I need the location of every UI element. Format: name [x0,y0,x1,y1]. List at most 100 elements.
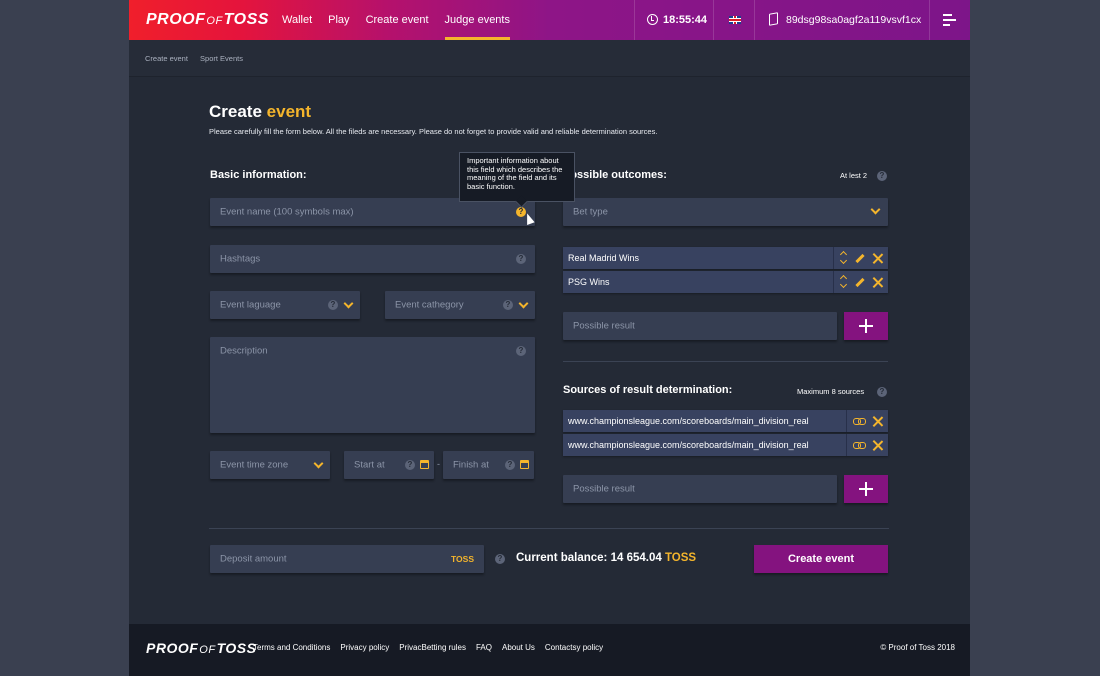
source-result-placeholder: Possible result [573,483,635,495]
bet-type-select[interactable]: Bet type [563,198,888,226]
breadcrumb-sport-events[interactable]: Sport Events [200,54,243,63]
breadcrumb-create-event[interactable]: Create event [145,54,188,63]
reorder-icon[interactable] [840,250,848,266]
chevron-down-icon[interactable] [518,298,529,309]
footer-link-betting-rules[interactable]: PrivacBetting rules [399,643,466,652]
nav-create-event[interactable]: Create event [366,0,429,40]
logo-text-toss: TOSS [216,640,257,656]
source-item: www.championsleague.com/scoreboards/main… [563,410,888,432]
event-name-field[interactable]: Event name (100 symbols max) ? [210,198,535,226]
help-icon[interactable]: ? [328,300,338,310]
close-icon[interactable] [872,253,883,264]
event-language-placeholder: Event laguage [220,299,281,311]
footer-link-faq[interactable]: FAQ [476,643,492,652]
outcome-label: PSG Wins [568,277,610,287]
sources-note: Maximum 8 sources [797,387,865,396]
finish-at-field[interactable]: Finish at ? [443,451,534,479]
event-category-placeholder: Event cathegory [395,299,464,311]
event-category-select[interactable]: Event cathegory ? [385,291,535,319]
footer: PROOFOFTOSS Terms and Conditions Privacy… [129,624,970,676]
source-tools [846,434,888,456]
link-icon[interactable] [853,442,866,449]
deposit-currency: TOSS [451,554,474,564]
calendar-icon[interactable] [420,460,429,469]
nav-play[interactable]: Play [328,0,349,40]
help-icon[interactable]: ? [877,171,887,181]
date-range-dash: - [437,459,440,469]
help-icon[interactable]: ? [503,300,513,310]
footer-link-about[interactable]: About Us [502,643,535,652]
source-url: www.championsleague.com/scoreboards/main… [568,416,809,426]
wallet-icon [769,12,778,26]
possible-result-placeholder: Possible result [573,320,635,332]
sources-title: Sources of result determination: [563,384,733,396]
event-language-select[interactable]: Event laguage ? [210,291,360,319]
start-at-placeholder: Start at [354,459,385,471]
help-icon[interactable]: ? [877,387,887,397]
possible-result-input[interactable]: Possible result [563,312,837,340]
source-result-input[interactable]: Possible result [563,475,837,503]
footer-link-contacts[interactable]: Contactsy policy [545,643,603,652]
close-icon[interactable] [872,440,883,451]
footer-links: Terms and Conditions Privacy policy Priv… [253,643,613,652]
outcome-tools [833,271,888,293]
event-timezone-placeholder: Event time zone [220,459,289,471]
outcome-item: Real Madrid Wins [563,247,888,269]
nav-wallet[interactable]: Wallet [282,0,312,40]
chevron-down-icon[interactable] [343,298,354,309]
close-icon[interactable] [872,416,883,427]
help-tooltip: Important information about this field w… [459,152,575,202]
deposit-amount-input[interactable]: Deposit amount TOSS [210,545,484,573]
footer-link-privacy[interactable]: Privacy policy [340,643,389,652]
uk-flag-icon[interactable] [729,16,741,24]
current-balance: Current balance: 14 654.04 TOSS [516,552,696,564]
page-title: Create event [209,102,311,122]
reorder-icon[interactable] [840,274,848,290]
chevron-down-icon[interactable] [313,458,324,469]
add-source-button[interactable] [844,475,888,503]
link-icon[interactable] [853,418,866,425]
balance-amount: Current balance: 14 654.04 [516,552,662,564]
clock-time: 18:55:44 [663,14,708,26]
hashtags-field[interactable]: Hashtags ? [210,245,535,273]
calendar-icon[interactable] [520,460,529,469]
description-field[interactable]: Description ? [210,337,535,433]
create-event-button[interactable]: Create event [754,545,888,573]
help-icon[interactable]: ? [516,254,526,264]
footer-logo[interactable]: PROOFOFTOSS [146,640,256,656]
help-icon[interactable]: ? [505,460,515,470]
help-icon[interactable]: ? [405,460,415,470]
chevron-down-icon[interactable] [870,204,881,215]
logo[interactable]: PROOFOFTOSS [146,11,269,29]
start-at-field[interactable]: Start at ? [344,451,434,479]
header-divider [634,0,635,40]
add-outcome-button[interactable] [844,312,888,340]
outcomes-note: At lest 2 [840,171,868,180]
menu-icon[interactable] [943,14,956,26]
possible-outcomes-title: Possible outcomes: [563,169,667,181]
header-divider [754,0,755,40]
main-nav: Wallet Play Create event Judge events [282,0,526,40]
close-icon[interactable] [872,277,883,288]
logo-text-toss: TOSS [223,11,269,28]
edit-icon[interactable] [855,253,865,263]
source-tools [846,410,888,432]
logo-text-of: OF [199,644,216,656]
edit-icon[interactable] [855,277,865,287]
finish-at-placeholder: Finish at [453,459,489,471]
wallet-address[interactable]: 89dsg98sa0agf2a119vsvf1cx [769,0,921,40]
page-subtitle: Please carefully fill the form below. Al… [209,127,658,136]
footer-link-terms[interactable]: Terms and Conditions [253,643,330,652]
balance-currency: TOSS [664,552,697,564]
event-name-placeholder: Event name (100 symbols max) [220,206,354,218]
help-icon[interactable]: ? [495,554,505,564]
page-title-main: Create [209,102,262,121]
outcome-label: Real Madrid Wins [568,253,640,263]
logo-text-proof: PROOF [146,11,206,28]
section-divider [563,361,888,362]
event-timezone-select[interactable]: Event time zone [210,451,330,479]
logo-text-of: OF [206,15,223,27]
nav-judge-events[interactable]: Judge events [444,0,511,40]
clock: 18:55:44 [647,0,707,40]
help-icon[interactable]: ? [516,346,526,356]
